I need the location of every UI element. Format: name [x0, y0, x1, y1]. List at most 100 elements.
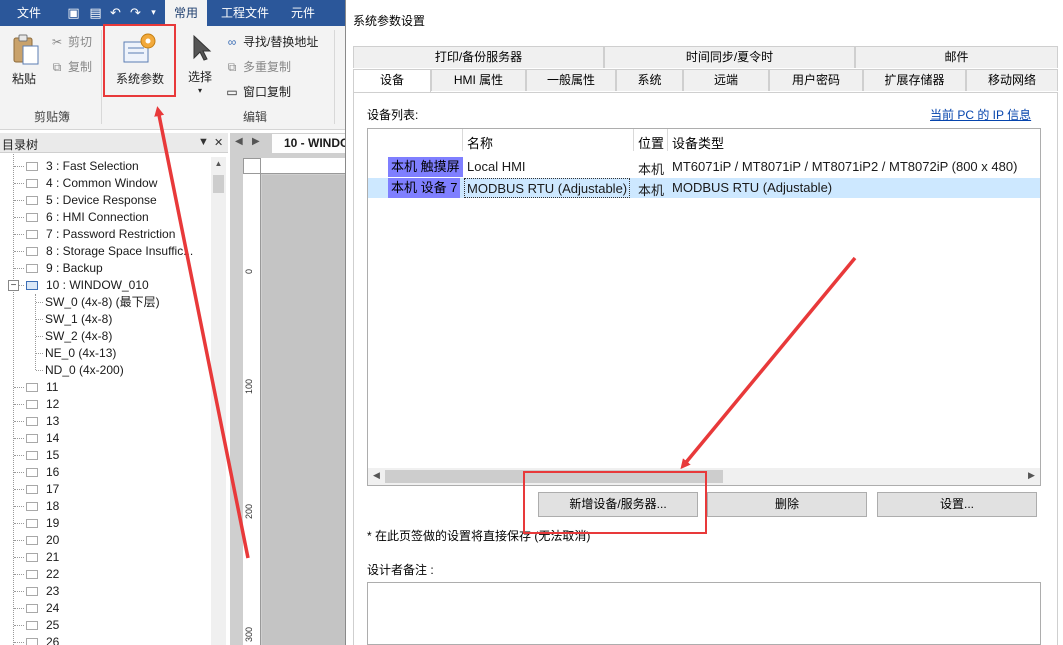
settings-button[interactable]: 设置... — [877, 492, 1037, 517]
highlight-box-system-params — [103, 24, 176, 97]
tree-connector — [14, 642, 24, 643]
copy-button[interactable]: ⧉ 复制 — [50, 57, 92, 77]
undo-icon[interactable]: ↶ — [108, 5, 123, 20]
tree-item[interactable]: 18 — [0, 498, 212, 515]
tree-item[interactable]: 6 : HMI Connection — [0, 209, 212, 226]
tab-home[interactable]: 常用 — [165, 0, 208, 26]
tab-mobile-network[interactable]: 移动网络 — [966, 69, 1058, 91]
tab-time-sync[interactable]: 时间同步/夏令时 — [604, 46, 855, 68]
tree-item[interactable]: 26 — [0, 634, 212, 645]
window-icon — [26, 400, 38, 409]
scrollbar-thumb[interactable] — [213, 175, 224, 193]
tab-remote[interactable]: 远端 — [683, 69, 769, 91]
paste-button[interactable]: 粘贴 — [8, 32, 44, 90]
tree-item[interactable]: 9 : Backup — [0, 260, 212, 277]
scroll-up-icon[interactable]: ▲ — [211, 159, 226, 168]
tab-hmi-attributes[interactable]: HMI 属性 — [431, 69, 526, 91]
tab-scroll-left-icon[interactable]: ◀ — [235, 136, 243, 147]
tree-close-icon[interactable]: ✕ — [214, 136, 223, 149]
tree-item[interactable]: 14 — [0, 430, 212, 447]
window-copy-button[interactable]: ▭ 窗口复制 — [225, 82, 291, 102]
tree-connector — [14, 217, 24, 218]
window-icon — [26, 281, 38, 290]
device-list[interactable]: 名称 位置 设备类型 本机 触摸屏 Local HMI 本机 MT6071iP … — [367, 128, 1041, 486]
tab-file[interactable]: 文件 — [8, 0, 50, 26]
copy-label: 复制 — [68, 60, 93, 74]
delete-button[interactable]: 删除 — [707, 492, 867, 517]
tab-objects[interactable]: 元件 — [282, 0, 324, 26]
column-header-name[interactable]: 名称 — [467, 133, 493, 152]
tree-item[interactable]: ND_0 (4x-200) — [0, 362, 212, 379]
tree-collapse-icon[interactable]: − — [8, 280, 19, 291]
save-all-icon[interactable]: ▤ — [88, 5, 103, 20]
tab-print-backup-server[interactable]: 打印/备份服务器 — [353, 46, 604, 68]
window-canvas[interactable] — [262, 175, 345, 645]
multi-copy-icon: ⧉ — [227, 60, 237, 74]
tree-item[interactable]: NE_0 (4x-13) — [0, 345, 212, 362]
scroll-left-icon[interactable]: ◀ — [373, 470, 380, 481]
tree-item[interactable]: 3 : Fast Selection — [0, 158, 212, 175]
tree-connector — [14, 268, 24, 269]
tree-item[interactable]: 4 : Common Window — [0, 175, 212, 192]
tree-item[interactable]: 20 — [0, 532, 212, 549]
tab-extended-memory[interactable]: 扩展存储器 — [863, 69, 966, 91]
tree-item[interactable]: 11 — [0, 379, 212, 396]
tree-item-label: 14 — [46, 431, 60, 445]
device-name: MODBUS RTU (Adjustable) — [464, 178, 631, 198]
tab-system[interactable]: 系统 — [616, 69, 683, 91]
tree-item[interactable]: SW_0 (4x-8) (最下层) — [0, 294, 212, 311]
device-row[interactable]: 本机 触摸屏 Local HMI 本机 MT6071iP / MT8071iP … — [368, 157, 1040, 177]
tree-item[interactable]: 25 — [0, 617, 212, 634]
window-icon — [26, 179, 38, 188]
tree-item-label: 18 — [46, 499, 60, 513]
tree-item[interactable]: 21 — [0, 549, 212, 566]
tree-item[interactable]: 5 : Device Response — [0, 192, 212, 209]
tree-item[interactable]: 19 — [0, 515, 212, 532]
cut-button[interactable]: ✂ 剪切 — [50, 32, 92, 52]
select-dropdown-icon[interactable]: ▾ — [198, 86, 202, 95]
tree-item-label: 11 — [46, 380, 59, 394]
tree-item[interactable]: 13 — [0, 413, 212, 430]
tree-item[interactable]: 7 : Password Restriction — [0, 226, 212, 243]
find-replace-button[interactable]: ∞ 寻找/替换地址 — [225, 32, 319, 52]
tree-item-label: 19 — [46, 516, 60, 530]
column-header-location[interactable]: 位置 — [638, 133, 664, 152]
tree-dropdown-icon[interactable]: ▼ — [198, 136, 209, 148]
device-row[interactable]: 本机 设备 7 MODBUS RTU (Adjustable) 本机 MODBU… — [368, 178, 1040, 198]
tab-general[interactable]: 一般属性 — [526, 69, 616, 91]
tab-scroll-right-icon[interactable]: ▶ — [252, 136, 260, 147]
pc-ip-info-link[interactable]: 当前 PC 的 IP 信息 — [930, 106, 1031, 123]
ruler-vertical — [243, 174, 261, 645]
editor-window-tab[interactable]: 10 - WINDOW_010 — [272, 134, 345, 153]
redo-icon[interactable]: ↷ — [128, 5, 143, 20]
tab-device[interactable]: 设备 — [353, 69, 431, 92]
multi-copy-button[interactable]: ⧉ 多重复制 — [225, 57, 291, 77]
scroll-right-icon[interactable]: ▶ — [1028, 470, 1035, 481]
select-button[interactable]: 选择 ▾ — [184, 32, 220, 102]
tree-item[interactable]: 15 — [0, 447, 212, 464]
window-icon — [26, 451, 38, 460]
column-header-device-type[interactable]: 设备类型 — [672, 133, 724, 152]
tree-item[interactable]: 22 — [0, 566, 212, 583]
tree-header: 目录树 ▼ ✕ — [0, 133, 228, 153]
tree-item-label: 15 — [46, 448, 60, 462]
tree-item-label: 4 : Common Window — [46, 176, 158, 190]
tree-item[interactable]: 10 : WINDOW_010 — [0, 277, 212, 294]
tab-email[interactable]: 邮件 — [855, 46, 1058, 68]
quick-access-dropdown-icon[interactable]: ▾ — [146, 5, 161, 20]
tree-item[interactable]: 24 — [0, 600, 212, 617]
tree-scrollbar[interactable]: ▲ — [211, 157, 226, 645]
tree-item[interactable]: SW_1 (4x-8) — [0, 311, 212, 328]
tree-item[interactable]: 23 — [0, 583, 212, 600]
tree-item[interactable]: 12 — [0, 396, 212, 413]
tab-project[interactable]: 工程文件 — [212, 0, 278, 26]
tree-item[interactable]: SW_2 (4x-8) — [0, 328, 212, 345]
tab-user-password[interactable]: 用户密码 — [769, 69, 863, 91]
tree-item[interactable]: 8 : Storage Space Insuffic... — [0, 243, 212, 260]
save-icon[interactable]: ▣ — [66, 5, 81, 20]
designer-notes-textarea[interactable] — [367, 582, 1041, 645]
tree-item[interactable]: 16 — [0, 464, 212, 481]
window-icon — [26, 536, 38, 545]
tree-connector — [14, 472, 24, 473]
tree-item[interactable]: 17 — [0, 481, 212, 498]
